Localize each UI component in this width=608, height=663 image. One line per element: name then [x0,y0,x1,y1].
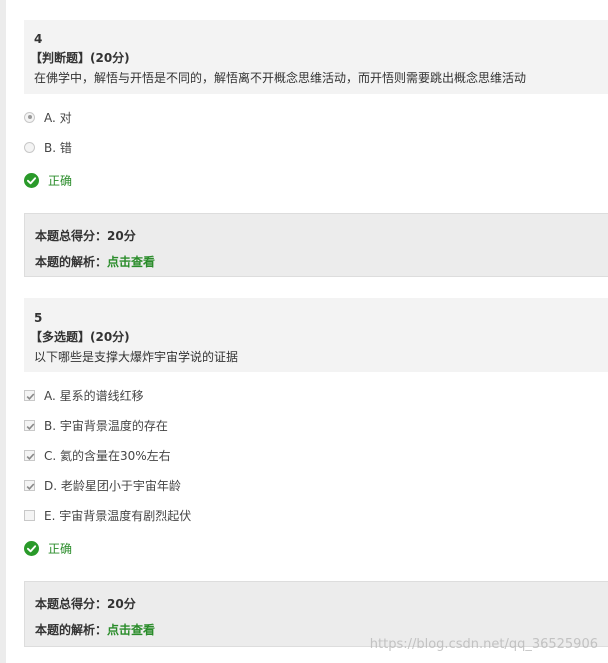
view-analysis-link[interactable]: 点击查看 [107,623,155,637]
result-label: 正确 [48,173,73,188]
question-number: 5 [34,311,43,325]
option-label: C. 氦的含量在30%左右 [44,448,171,463]
analysis-label: 本题的解析： [35,623,108,637]
question-type: 【判断题】(20分) [30,51,130,65]
score-line: 本题总得分：20分 [35,228,136,244]
left-border [0,0,6,663]
score-line: 本题总得分：20分 [35,596,136,612]
radio-selected-icon[interactable] [24,111,35,123]
option-e[interactable]: E. 宇宙背景温度有剧烈起伏 [24,507,191,523]
result-correct: 正确 [24,171,72,189]
checkbox-checked-icon[interactable] [24,419,35,431]
watermark: https://blog.csdn.net/qq_36525906 [369,637,598,652]
option-label: D. 老龄星团小于宇宙年龄 [44,478,181,493]
option-d[interactable]: D. 老龄星团小于宇宙年龄 [24,477,181,493]
checkbox-icon[interactable] [24,509,35,521]
score-value: 20分 [107,229,136,243]
option-label: B. 宇宙背景温度的存在 [44,418,168,433]
check-circle-icon [24,172,39,188]
option-a[interactable]: A. 星系的谱线红移 [24,387,144,403]
question-stem: 在佛学中，解悟与开悟是不同的，解悟离不开概念思维活动，而开悟则需要跳出概念思维活… [34,71,527,85]
question-4-score-box: 本题总得分：20分 本题的解析：点击查看 [24,213,608,277]
radio-icon[interactable] [24,141,35,153]
question-type: 【多选题】(20分) [30,330,130,344]
option-a[interactable]: A. 对 [24,109,72,125]
question-5-header: 5 【多选题】(20分) 以下哪些是支撑大爆炸宇宙学说的证据 [24,298,608,372]
option-c[interactable]: C. 氦的含量在30%左右 [24,447,171,463]
option-label: A. 对 [44,110,72,125]
view-analysis-link[interactable]: 点击查看 [107,255,155,269]
question-4-header: 4 【判断题】(20分) 在佛学中，解悟与开悟是不同的，解悟离不开概念思维活动，… [24,20,608,94]
option-label: E. 宇宙背景温度有剧烈起伏 [44,508,192,523]
score-label: 本题总得分： [35,229,108,243]
checkbox-checked-icon[interactable] [24,479,35,491]
analysis-label: 本题的解析： [35,255,108,269]
score-label: 本题总得分： [35,597,108,611]
score-value: 20分 [107,597,136,611]
question-stem: 以下哪些是支撑大爆炸宇宙学说的证据 [34,350,239,364]
option-b[interactable]: B. 宇宙背景温度的存在 [24,417,168,433]
question-number: 4 [34,32,43,46]
checkbox-checked-icon[interactable] [24,389,35,401]
analysis-line: 本题的解析：点击查看 [35,254,155,270]
checkbox-checked-icon[interactable] [24,449,35,461]
check-circle-icon [24,540,39,556]
result-correct: 正确 [24,539,72,557]
result-label: 正确 [48,541,73,556]
option-label: B. 错 [44,140,72,155]
option-label: A. 星系的谱线红移 [44,388,144,403]
analysis-line: 本题的解析：点击查看 [35,622,155,638]
option-b[interactable]: B. 错 [24,139,72,155]
